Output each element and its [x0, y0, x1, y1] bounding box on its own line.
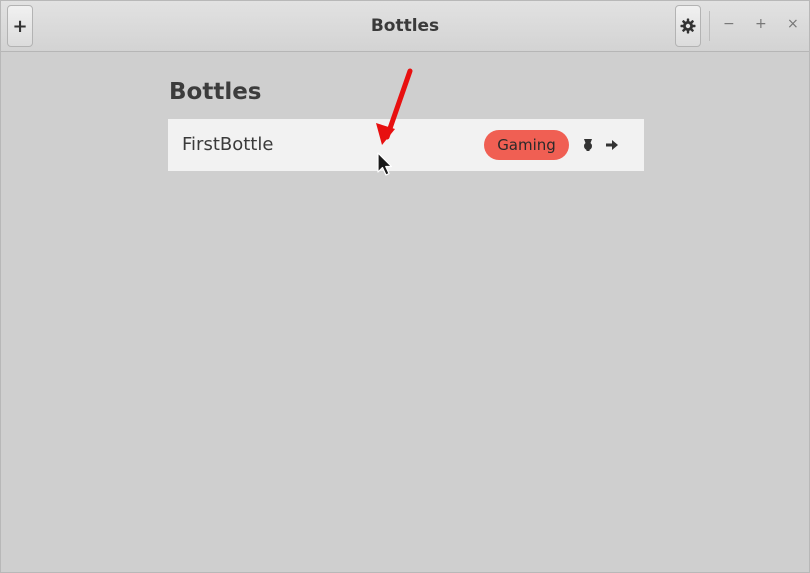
page-heading: Bottles [169, 79, 262, 105]
titlebar-separator [709, 11, 710, 41]
environment-badge: Gaming [484, 130, 569, 160]
titlebar: + Bottles − + × [1, 1, 809, 52]
settings-button[interactable] [675, 5, 701, 47]
bottle-name: FirstBottle [182, 134, 274, 155]
open-bottle-button[interactable] [602, 135, 622, 155]
annotation-arrow [376, 68, 413, 145]
minimize-button[interactable]: − [723, 16, 735, 32]
close-button[interactable]: × [787, 16, 799, 32]
mouse-cursor-icon [377, 152, 393, 176]
gear-icon [680, 18, 696, 34]
flask-icon [584, 139, 592, 151]
arrow-right-icon [606, 140, 618, 150]
run-executable-button[interactable] [578, 135, 598, 155]
maximize-button[interactable]: + [755, 16, 767, 32]
